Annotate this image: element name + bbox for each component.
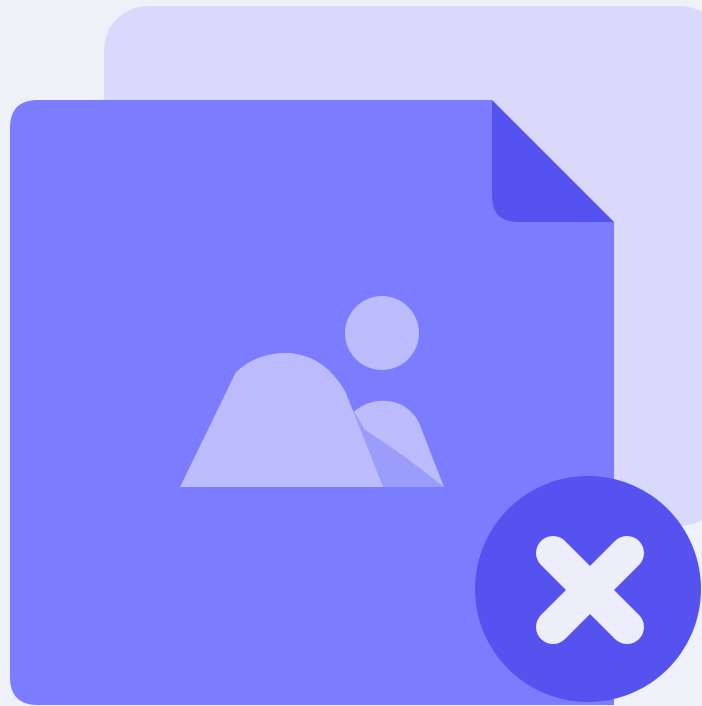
image-file-remove-illustration — [10, 6, 702, 705]
close-icon[interactable] — [475, 476, 701, 702]
picture-sun — [345, 296, 419, 370]
illustration-canvas — [0, 0, 702, 706]
